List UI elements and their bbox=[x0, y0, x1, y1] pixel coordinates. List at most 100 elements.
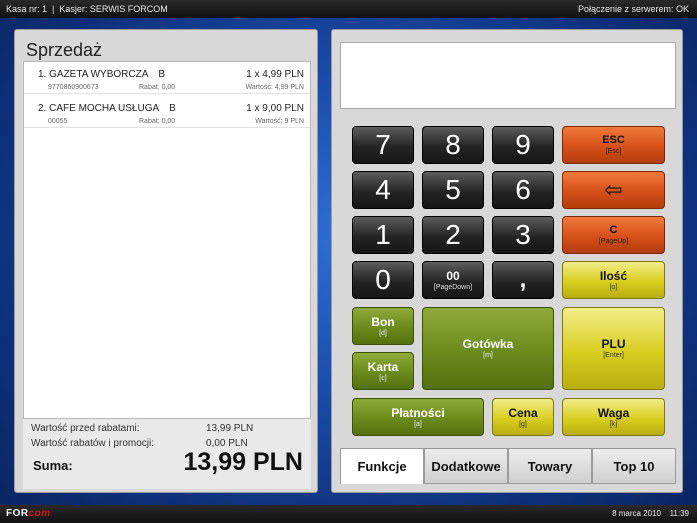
key-label: Bon bbox=[371, 314, 395, 329]
item-code: 00055 bbox=[48, 118, 68, 125]
sale-panel: Sprzedaż 1. GAZETA WYBORCZA B 1 x 4,99 PL… bbox=[14, 29, 318, 493]
server-connection-status: Połączenie z serwerem: OK bbox=[577, 4, 689, 14]
key-label: Waga bbox=[597, 405, 630, 420]
key-label: 1 bbox=[375, 219, 391, 250]
card-button[interactable]: Karta [c] bbox=[352, 352, 414, 390]
key-label: Cena bbox=[508, 405, 538, 420]
backspace-button[interactable]: ⇦ bbox=[562, 171, 665, 209]
bottom-status-bar: FORcom 8 marca 2010 11:39 bbox=[0, 505, 697, 523]
item-qty-price: 1 x 9,00 PLN bbox=[246, 103, 304, 114]
key-label: , bbox=[519, 266, 527, 293]
item-name: 2. CAFE MOCHA USŁUGA bbox=[38, 103, 160, 114]
item-value: Wartość: 9 PLN bbox=[255, 118, 304, 125]
item-rabat: Rabat: 0,00 bbox=[139, 84, 176, 91]
item-name-row: 1. GAZETA WYBORCZA B bbox=[38, 69, 165, 80]
quantity-button[interactable]: Ilość [o] bbox=[562, 261, 665, 299]
key-1[interactable]: 1 bbox=[352, 216, 414, 254]
backspace-arrow-icon: ⇦ bbox=[604, 177, 623, 202]
list-item[interactable]: 1. GAZETA WYBORCZA B 1 x 4,99 PLN 9770860… bbox=[24, 62, 310, 94]
key-label: Karta bbox=[367, 359, 399, 374]
key-label: PLU bbox=[601, 337, 626, 351]
input-display bbox=[340, 42, 676, 109]
key-shortcut: [k] bbox=[609, 420, 618, 428]
tab-dodatkowe[interactable]: Dodatkowe bbox=[424, 448, 508, 484]
register-number: Kasa nr: 1 bbox=[6, 4, 48, 14]
register-info: Kasa nr: 1 | Kasjer: SERWIS FORCOM bbox=[6, 0, 168, 18]
key-label: 4 bbox=[375, 174, 391, 205]
key-2[interactable]: 2 bbox=[422, 216, 484, 254]
function-tabs: Funkcje Dodatkowe Towary Top 10 bbox=[340, 448, 676, 484]
forcom-logo: FORcom bbox=[6, 505, 51, 523]
key-label: 9 bbox=[515, 129, 531, 160]
item-vat: B bbox=[158, 69, 166, 80]
key-label: C bbox=[609, 224, 618, 236]
payments-button[interactable]: Płatności [a] bbox=[352, 398, 484, 436]
key-shortcut: [PageDown] bbox=[433, 283, 473, 291]
clear-button[interactable]: C [PageUp] bbox=[562, 216, 665, 254]
key-label: 8 bbox=[445, 129, 461, 160]
key-label: 00 bbox=[446, 268, 460, 283]
key-9[interactable]: 9 bbox=[492, 126, 554, 164]
item-value: Wartość: 4,99 PLN bbox=[245, 84, 305, 91]
key-label: 7 bbox=[375, 129, 391, 160]
total-label: Suma: bbox=[33, 458, 73, 473]
key-5[interactable]: 5 bbox=[422, 171, 484, 209]
bon-button[interactable]: Bon [d] bbox=[352, 307, 414, 345]
tab-top-10[interactable]: Top 10 bbox=[592, 448, 676, 484]
item-rabat: Rabat: 0,00 bbox=[139, 118, 176, 125]
key-7[interactable]: 7 bbox=[352, 126, 414, 164]
cashier-name: Kasjer: SERWIS FORCOM bbox=[59, 4, 168, 14]
esc-button[interactable]: ESC [Esc] bbox=[562, 126, 665, 164]
list-item[interactable]: 2. CAFE MOCHA USŁUGA B 1 x 9,00 PLN 00055… bbox=[24, 96, 310, 128]
key-label: Ilość bbox=[599, 268, 628, 283]
key-8[interactable]: 8 bbox=[422, 126, 484, 164]
key-3[interactable]: 3 bbox=[492, 216, 554, 254]
discounts-label: Wartość rabatów i promocji: bbox=[31, 438, 154, 449]
item-vat: B bbox=[169, 103, 176, 114]
item-code: 9770860900673 bbox=[48, 84, 99, 91]
keypad-panel: 7 8 9 ESC [Esc] 4 5 6 ⇦ 1 2 3 C [PageUp] 0… bbox=[331, 29, 683, 493]
key-4[interactable]: 4 bbox=[352, 171, 414, 209]
key-label: 6 bbox=[515, 174, 531, 205]
key-shortcut: [Enter] bbox=[603, 352, 624, 359]
total-value: 13,99 PLN bbox=[183, 448, 303, 476]
current-time: 11:39 bbox=[669, 509, 689, 518]
key-shortcut: [m] bbox=[483, 352, 493, 359]
key-shortcut: [Esc] bbox=[605, 148, 622, 155]
key-0[interactable]: 0 bbox=[352, 261, 414, 299]
tab-towary[interactable]: Towary bbox=[508, 448, 592, 484]
sale-items-list[interactable]: 1. GAZETA WYBORCZA B 1 x 4,99 PLN 9770860… bbox=[23, 61, 311, 419]
logo-text-com: com bbox=[28, 508, 51, 519]
item-qty-price: 1 x 4,99 PLN bbox=[246, 69, 304, 80]
value-before-discounts: 13,99 PLN bbox=[206, 423, 254, 434]
logo-text-for: FOR bbox=[6, 508, 29, 519]
key-6[interactable]: 6 bbox=[492, 171, 554, 209]
key-label: 2 bbox=[445, 219, 461, 250]
key-shortcut: [PageUp] bbox=[598, 238, 629, 245]
current-date: 8 marca 2010 bbox=[612, 509, 661, 518]
key-label: 0 bbox=[375, 264, 391, 295]
price-button[interactable]: Cena [g] bbox=[492, 398, 554, 436]
key-label: 5 bbox=[445, 174, 461, 205]
key-shortcut: [a] bbox=[414, 420, 422, 428]
weight-button[interactable]: Waga [k] bbox=[562, 398, 665, 436]
key-label: ESC bbox=[602, 134, 625, 146]
key-shortcut: [c] bbox=[379, 374, 387, 382]
separator: | bbox=[52, 4, 55, 14]
plu-button[interactable]: PLU [Enter] bbox=[562, 307, 665, 390]
key-label: 3 bbox=[515, 219, 531, 250]
key-label: Gotówka bbox=[462, 337, 514, 351]
key-shortcut: [g] bbox=[519, 420, 527, 428]
key-00[interactable]: 00 [PageDown] bbox=[422, 261, 484, 299]
sale-title: Sprzedaż bbox=[26, 40, 103, 60]
item-name: 1. GAZETA WYBORCZA bbox=[38, 69, 149, 80]
tab-funkcje[interactable]: Funkcje bbox=[340, 448, 424, 484]
cash-button[interactable]: Gotówka [m] bbox=[422, 307, 554, 390]
key-label: Płatności bbox=[391, 405, 445, 420]
key-comma[interactable]: , bbox=[492, 261, 554, 299]
top-status-bar: Kasa nr: 1 | Kasjer: SERWIS FORCOM Połącze… bbox=[0, 0, 697, 18]
key-shortcut: [d] bbox=[379, 329, 387, 337]
item-name-row: 2. CAFE MOCHA USŁUGA B bbox=[38, 103, 176, 114]
value-before-discounts-label: Wartość przed rabatami: bbox=[31, 423, 140, 434]
key-shortcut: [o] bbox=[609, 283, 618, 291]
